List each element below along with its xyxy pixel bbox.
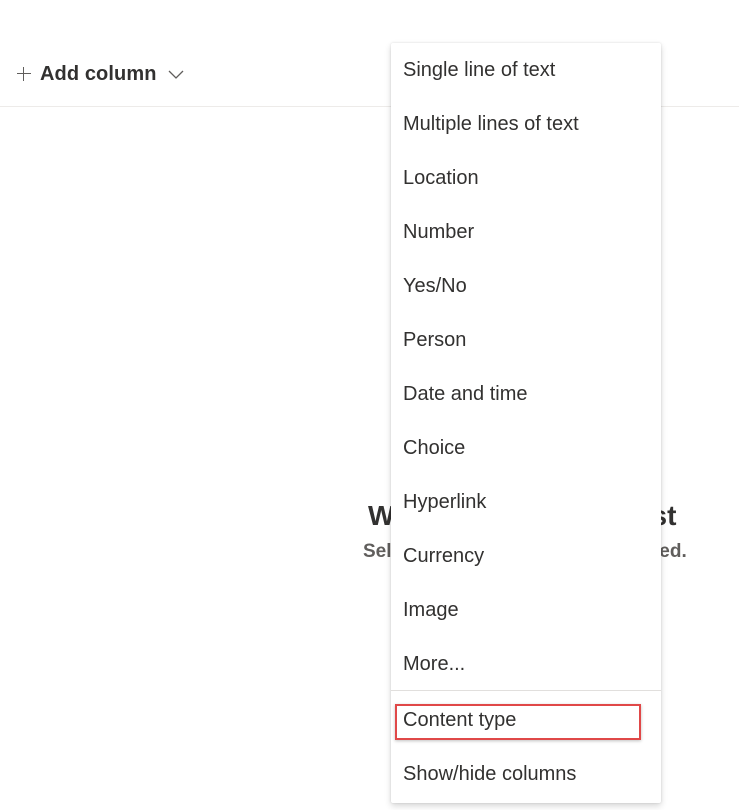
column-type-menu: Single line of text Multiple lines of te… (391, 43, 661, 803)
menu-item-currency[interactable]: Currency (391, 529, 661, 583)
menu-item-date-and-time[interactable]: Date and time (391, 367, 661, 421)
menu-item-image[interactable]: Image (391, 583, 661, 637)
menu-item-hyperlink[interactable]: Hyperlink (391, 475, 661, 529)
menu-item-show-hide-columns[interactable]: Show/hide columns (391, 747, 661, 801)
empty-state-subtitle-left: Sel (363, 541, 392, 562)
menu-item-number[interactable]: Number (391, 205, 661, 259)
menu-item-content-type[interactable]: Content type (391, 693, 661, 747)
menu-divider (391, 690, 661, 691)
menu-item-multiple-lines-of-text[interactable]: Multiple lines of text (391, 97, 661, 151)
menu-item-location[interactable]: Location (391, 151, 661, 205)
menu-item-choice[interactable]: Choice (391, 421, 661, 475)
chevron-down-icon (168, 70, 184, 79)
empty-state-subtitle: Sel arted. (363, 541, 687, 563)
plus-icon (17, 67, 31, 81)
menu-item-single-line-of-text[interactable]: Single line of text (391, 43, 661, 97)
menu-item-yes-no[interactable]: Yes/No (391, 259, 661, 313)
add-column-button[interactable]: Add column (17, 60, 185, 88)
menu-item-person[interactable]: Person (391, 313, 661, 367)
add-column-label: Add column (40, 62, 157, 85)
menu-item-more[interactable]: More... (391, 637, 661, 691)
